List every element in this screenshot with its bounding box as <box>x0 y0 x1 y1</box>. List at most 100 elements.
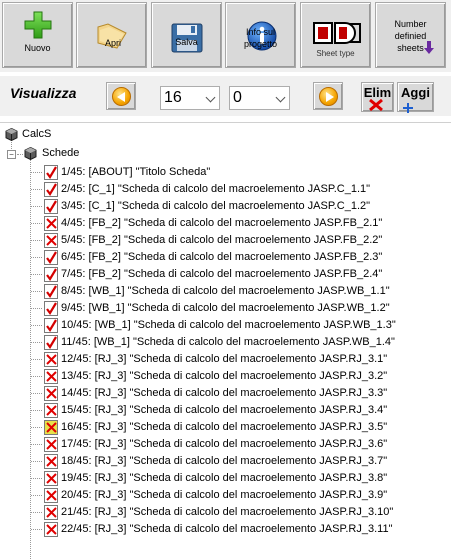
aggi-label: Aggi <box>401 85 430 100</box>
sheet-item[interactable]: 3/45: [C_1] "Scheda di calcolo del macro… <box>0 198 451 215</box>
sheet-item[interactable]: 8/45: [WB_1] "Scheda di calcolo del macr… <box>0 283 451 300</box>
blue-plus-icon <box>403 100 413 113</box>
sheet-item-label: 7/45: [FB_2] "Scheda di calcolo del macr… <box>61 268 383 280</box>
check-mark-icon <box>44 182 58 197</box>
cross-mark-icon <box>44 454 58 469</box>
info-label-line1: Info sul <box>245 27 276 37</box>
cross-mark-icon <box>44 386 58 401</box>
sheet-item[interactable]: 20/45: [RJ_3] "Scheda di calcolo del mac… <box>0 487 451 504</box>
sheet-item[interactable]: 13/45: [RJ_3] "Scheda di calcolo del mac… <box>0 368 451 385</box>
secondary-combo-value: 0 <box>233 89 242 106</box>
secondary-combo[interactable]: 0 <box>229 86 290 110</box>
arrow-right-icon <box>319 87 338 106</box>
sheet-item[interactable]: 7/45: [FB_2] "Scheda di calcolo del macr… <box>0 266 451 283</box>
sheet-number-combo[interactable]: 16 <box>160 86 220 110</box>
sheet-item[interactable]: 5/45: [FB_2] "Scheda di calcolo del macr… <box>0 232 451 249</box>
salva-label: Salva <box>175 37 198 47</box>
sheet-item[interactable]: 6/45: [FB_2] "Scheda di calcolo del macr… <box>0 249 451 266</box>
sheet-item-label: 18/45: [RJ_3] "Scheda di calcolo del mac… <box>61 455 388 467</box>
next-sheet-button[interactable] <box>313 82 343 110</box>
sheets-tree: CalcS − Schede 1/45: [ABOUT] "Titolo Sch… <box>0 122 451 559</box>
sheet-item[interactable]: 12/45: [RJ_3] "Scheda di calcolo del mac… <box>0 351 451 368</box>
sheet-type-label: Sheet type <box>316 49 355 58</box>
cross-mark-icon <box>44 420 58 435</box>
sheet-item[interactable]: 4/45: [FB_2] "Scheda di calcolo del macr… <box>0 215 451 232</box>
sheet-item-label: 21/45: [RJ_3] "Scheda di calcolo del mac… <box>61 506 394 518</box>
sheet-item-label: 4/45: [FB_2] "Scheda di calcolo del macr… <box>61 217 383 229</box>
sheet-item[interactable]: 16/45: [RJ_3] "Scheda di calcolo del mac… <box>0 419 451 436</box>
cross-mark-icon <box>44 369 58 384</box>
sheet-item-label: 9/45: [WB_1] "Scheda di calcolo del macr… <box>61 302 390 314</box>
info-progetto-button[interactable]: Info sul progetto <box>225 2 296 68</box>
visualizza-label: Visualizza <box>10 85 77 101</box>
number-sheets-label-line1: Number <box>394 19 427 29</box>
cross-mark-icon <box>44 403 58 418</box>
chevron-down-icon <box>275 92 286 103</box>
sheet-item-label: 6/45: [FB_2] "Scheda di calcolo del macr… <box>61 251 383 263</box>
sheet-item-label: 14/45: [RJ_3] "Scheda di calcolo del mac… <box>61 387 388 399</box>
check-mark-icon <box>44 318 58 333</box>
sheet-item-label: 11/45: [WB_1] "Scheda di calcolo del mac… <box>61 336 395 348</box>
salva-button[interactable]: Salva <box>151 2 222 68</box>
sheet-item[interactable]: 10/45: [WB_1] "Scheda di calcolo del mac… <box>0 317 451 334</box>
previous-sheet-button[interactable] <box>106 82 136 110</box>
sheet-item[interactable]: 17/45: [RJ_3] "Scheda di calcolo del mac… <box>0 436 451 453</box>
aggi-button[interactable]: Aggi <box>397 82 434 113</box>
sheet-item-label: 2/45: [C_1] "Scheda di calcolo del macro… <box>61 183 371 195</box>
sheet-item-label: 1/45: [ABOUT] "Titolo Scheda" <box>61 166 211 178</box>
check-mark-icon <box>44 284 58 299</box>
sheet-type-icon <box>313 21 361 45</box>
sheet-item-label: 20/45: [RJ_3] "Scheda di calcolo del mac… <box>61 489 388 501</box>
red-x-icon <box>369 98 383 112</box>
sheet-item-label: 17/45: [RJ_3] "Scheda di calcolo del mac… <box>61 438 388 450</box>
check-mark-icon <box>44 301 58 316</box>
tree-node-schede[interactable]: Schede <box>0 145 200 162</box>
sheet-item[interactable]: 11/45: [WB_1] "Scheda di calcolo del mac… <box>0 334 451 351</box>
check-mark-icon <box>44 199 58 214</box>
sheet-item[interactable]: 9/45: [WB_1] "Scheda di calcolo del macr… <box>0 300 451 317</box>
apri-label: Apri <box>104 38 121 48</box>
apri-button[interactable]: Apri <box>76 2 147 68</box>
elim-button[interactable]: Elim <box>361 82 394 112</box>
sheet-item-label: 15/45: [RJ_3] "Scheda di calcolo del mac… <box>61 404 388 416</box>
sheet-number-value: 16 <box>164 89 182 106</box>
sheet-item-label: 16/45: [RJ_3] "Scheda di calcolo del mac… <box>61 421 388 433</box>
cross-mark-icon <box>44 488 58 503</box>
cube-icon <box>24 147 37 160</box>
cross-mark-icon <box>44 505 58 520</box>
tree-root-label: CalcS <box>22 128 52 140</box>
sheet-item-label: 12/45: [RJ_3] "Scheda di calcolo del mac… <box>61 353 388 365</box>
cross-mark-icon <box>44 352 58 367</box>
nav-row: Visualizza 16 0 Elim Aggi <box>0 76 451 116</box>
cube-icon <box>5 128 18 141</box>
arrow-left-icon <box>112 87 131 106</box>
check-mark-icon <box>44 165 58 180</box>
sheet-item[interactable]: 2/45: [C_1] "Scheda di calcolo del macro… <box>0 181 451 198</box>
tree-root-calcs[interactable]: CalcS <box>0 126 200 143</box>
tree-schede-label: Schede <box>42 147 80 159</box>
sheet-item[interactable]: 18/45: [RJ_3] "Scheda di calcolo del mac… <box>0 453 451 470</box>
sheet-item[interactable]: 15/45: [RJ_3] "Scheda di calcolo del mac… <box>0 402 451 419</box>
sheet-item[interactable]: 22/45: [RJ_3] "Scheda di calcolo del mac… <box>0 521 451 538</box>
sheet-item[interactable]: 1/45: [ABOUT] "Titolo Scheda" <box>0 164 451 181</box>
sheet-item[interactable]: 14/45: [RJ_3] "Scheda di calcolo del mac… <box>0 385 451 402</box>
cross-mark-icon <box>44 216 58 231</box>
sheet-item-label: 8/45: [WB_1] "Scheda di calcolo del macr… <box>61 285 390 297</box>
number-sheets-button[interactable]: Number definied sheets <box>375 2 446 68</box>
sheet-item[interactable]: 19/45: [RJ_3] "Scheda di calcolo del mac… <box>0 470 451 487</box>
sheet-item-label: 3/45: [C_1] "Scheda di calcolo del macro… <box>61 200 371 212</box>
number-sheets-label-line3: sheets <box>397 43 424 53</box>
nuovo-button[interactable]: Nuovo <box>2 2 73 68</box>
sheet-item-label: 22/45: [RJ_3] "Scheda di calcolo del mac… <box>61 523 393 535</box>
cross-mark-icon <box>44 471 58 486</box>
check-mark-icon <box>44 335 58 350</box>
toolbar: Nuovo Apri Salva Info sul progetto Sheet… <box>0 0 451 72</box>
cross-mark-icon <box>44 437 58 452</box>
sheet-item-label: 5/45: [FB_2] "Scheda di calcolo del macr… <box>61 234 383 246</box>
sheet-type-button[interactable]: Sheet type <box>300 2 371 68</box>
check-mark-icon <box>44 267 58 282</box>
nuovo-label: Nuovo <box>24 43 51 53</box>
check-mark-icon <box>44 250 58 265</box>
info-label-line2: progetto <box>243 39 278 49</box>
sheet-item[interactable]: 21/45: [RJ_3] "Scheda di calcolo del mac… <box>0 504 451 521</box>
